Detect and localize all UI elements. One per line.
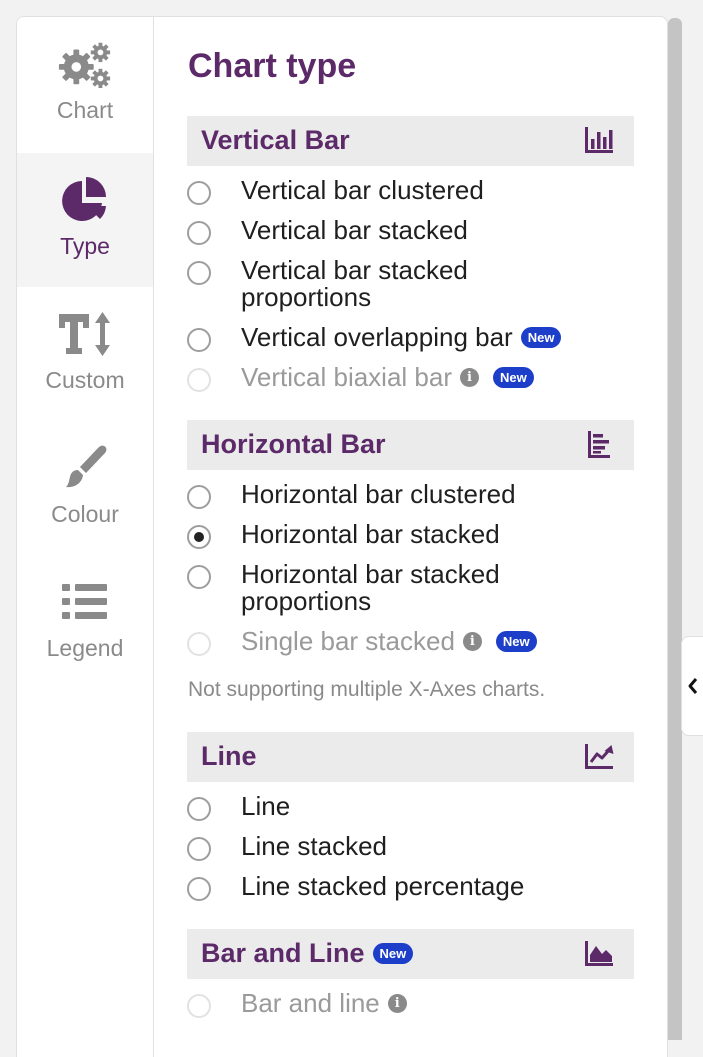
new-badge: New — [495, 631, 537, 652]
section-title: Vertical Bar — [201, 125, 350, 155]
option-label: Horizontal bar stacked proportions — [241, 559, 500, 616]
sidebar-item-chart[interactable]: Chart — [17, 17, 153, 151]
radio-button-selected[interactable] — [187, 525, 211, 549]
pie-chart-icon — [57, 175, 113, 225]
info-icon[interactable]: i — [462, 632, 482, 651]
option-label: Vertical bar stacked proportions — [241, 255, 468, 312]
paintbrush-icon — [57, 443, 113, 493]
sidebar: Chart Type Custom Colour Legend — [17, 17, 154, 1057]
horizontal-bar-chart-icon — [588, 431, 610, 458]
radio-button[interactable] — [187, 485, 211, 509]
radio-button — [187, 994, 211, 1018]
new-badge: New — [372, 943, 414, 964]
gears-icon — [57, 39, 113, 89]
radio-button — [187, 368, 211, 392]
chevron-left-icon — [688, 678, 698, 694]
radio-button[interactable] — [187, 328, 211, 352]
option-label: Vertical bar clustered — [241, 175, 484, 205]
new-badge: New — [493, 367, 534, 388]
radio-button[interactable] — [187, 565, 211, 589]
option-label: Horizontal bar clustered — [241, 479, 516, 509]
section-header-line: Line — [187, 732, 634, 782]
section-title: Horizontal Bar — [201, 429, 386, 459]
text-size-icon — [57, 309, 113, 359]
radio-button[interactable] — [187, 837, 211, 861]
info-icon[interactable]: i — [387, 994, 407, 1013]
new-badge: New — [520, 327, 562, 348]
sidebar-item-label: Legend — [46, 635, 124, 661]
option-label: Line stacked — [241, 831, 387, 861]
chart-settings-panel: Chart Type Custom Colour Legend Chart ty… — [16, 16, 668, 1057]
vertical-bar-chart-icon — [585, 127, 613, 153]
section-note: Not supporting multiple X-Axes charts. — [188, 678, 546, 701]
sidebar-item-colour[interactable]: Colour — [17, 421, 153, 555]
line-chart-icon — [585, 744, 614, 769]
option-label: Vertical biaxial bar — [241, 362, 452, 392]
option-row: Vertical overlapping bar New — [241, 322, 562, 352]
section-title: Bar and Line — [201, 938, 365, 968]
section-title: Line — [201, 741, 257, 771]
option-label: Single bar stacked — [241, 626, 455, 656]
option-row: Bar and line i — [241, 990, 407, 1017]
option-label: Line stacked percentage — [241, 871, 525, 901]
option-row: Single bar stacked i New — [241, 628, 537, 655]
option-label: Vertical overlapping bar — [241, 322, 513, 352]
collapse-panel-button[interactable] — [681, 636, 703, 736]
sidebar-item-label: Chart — [56, 97, 114, 123]
page-title: Chart type — [188, 47, 357, 85]
sidebar-item-type[interactable]: Type — [17, 153, 153, 287]
sidebar-item-label: Type — [60, 233, 110, 259]
section-header-horizontal-bar: Horizontal Bar — [187, 420, 634, 470]
radio-button[interactable] — [187, 221, 211, 245]
radio-button[interactable] — [187, 797, 211, 821]
section-title-row: Bar and Line New — [201, 938, 414, 969]
radio-button[interactable] — [187, 181, 211, 205]
radio-button[interactable] — [187, 261, 211, 285]
option-row: Vertical biaxial bar i New — [241, 364, 534, 391]
radio-button[interactable] — [187, 877, 211, 901]
sidebar-item-legend[interactable]: Legend — [17, 555, 153, 689]
radio-button — [187, 632, 211, 656]
info-icon[interactable]: i — [460, 368, 479, 387]
area-chart-icon — [585, 941, 613, 966]
scrollbar[interactable] — [668, 18, 682, 1040]
section-header-vertical-bar: Vertical Bar — [187, 116, 634, 166]
sidebar-item-label: Colour — [51, 501, 119, 527]
sidebar-item-custom[interactable]: Custom — [17, 287, 153, 421]
option-label: Vertical bar stacked — [241, 215, 468, 245]
section-header-bar-and-line: Bar and Line New — [187, 929, 634, 979]
option-label: Line — [241, 791, 291, 821]
option-label: Horizontal bar stacked — [241, 519, 500, 549]
option-label: Bar and line — [241, 988, 380, 1018]
sidebar-item-label: Custom — [45, 367, 125, 393]
list-icon — [57, 577, 113, 627]
